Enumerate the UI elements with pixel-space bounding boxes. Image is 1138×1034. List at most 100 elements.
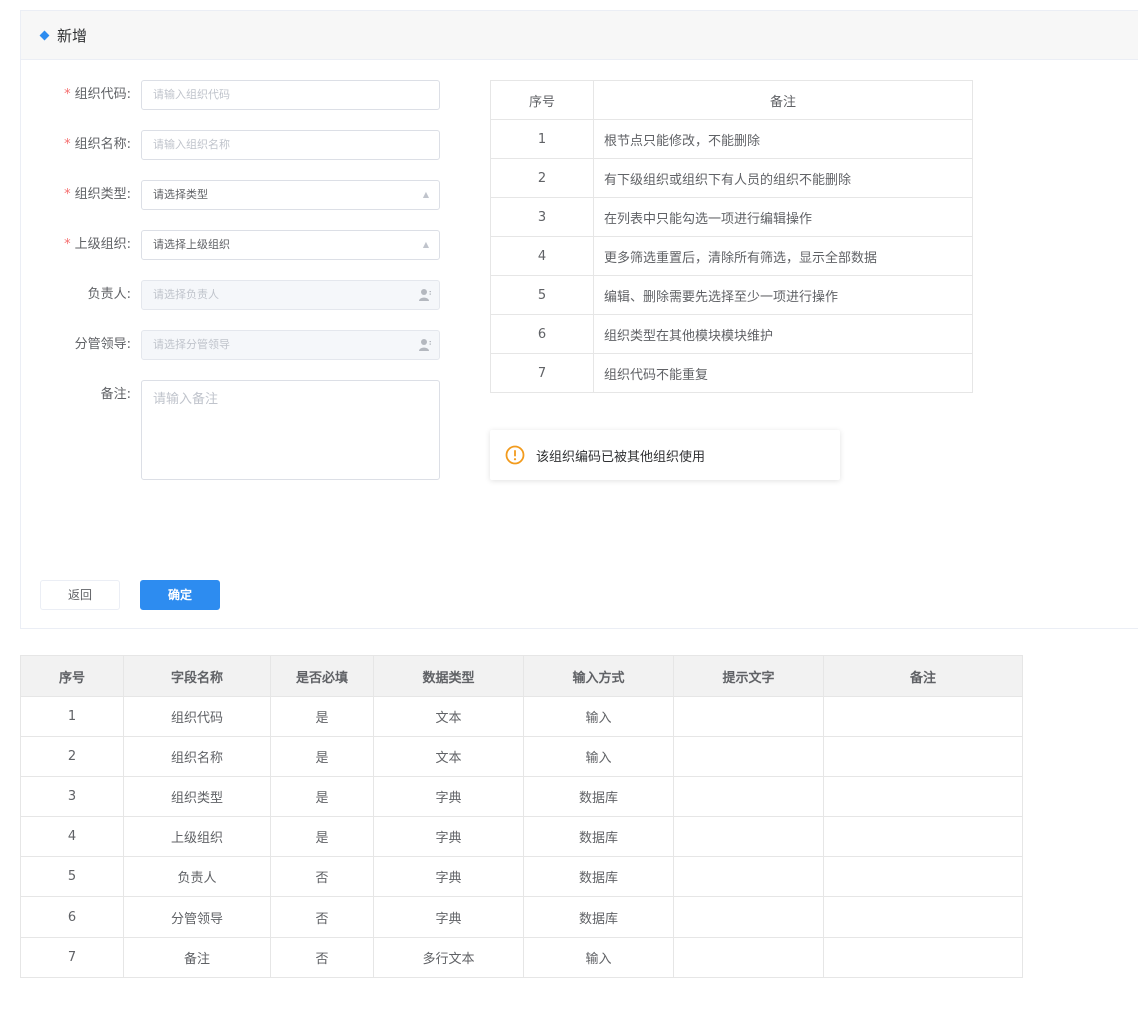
table-header-cell: 字段名称: [123, 655, 271, 697]
alert-message: 该组织编码已被其他组织使用: [536, 449, 706, 465]
table-row: 3 在列表中只能勾选一项进行编辑操作: [490, 197, 973, 237]
table-cell: 1: [20, 696, 124, 737]
back-button[interactable]: 返回: [40, 580, 120, 610]
table-cell: 根节点只能修改，不能删除: [593, 119, 973, 159]
table-cell: 输入: [523, 736, 674, 777]
table-row: 7 组织代码不能重复: [490, 353, 973, 393]
form-row-supervisor: 分管领导: 请选择分管领导: [21, 330, 441, 360]
table-row: 2 组织名称是文本 输入: [20, 736, 1023, 777]
table-cell: 字典: [373, 816, 524, 857]
table-row: 1 组织代码是文本 输入: [20, 696, 1023, 737]
table-row: 2 有下级组织或组织下有人员的组织不能删除: [490, 158, 973, 198]
table-cell: 输入: [523, 696, 674, 737]
table-cell: [823, 816, 1023, 857]
table-cell: 否: [270, 937, 374, 978]
table-cell: [673, 856, 824, 897]
org-code-input[interactable]: 请输入组织代码: [141, 80, 440, 110]
required-mark: *: [64, 87, 71, 102]
table-cell: 负责人: [123, 856, 271, 897]
supervisor-input[interactable]: 请选择分管领导: [141, 330, 440, 360]
table-cell: 输入: [523, 937, 674, 978]
form-row-org-code: * 组织代码: 请输入组织代码: [21, 80, 441, 110]
supervisor-placeholder: 请选择分管领导: [153, 338, 230, 351]
table-cell: 组织代码不能重复: [593, 353, 973, 393]
table-cell: 字典: [373, 856, 524, 897]
table-cell: 分管领导: [123, 896, 271, 938]
table-cell: 有下级组织或组织下有人员的组织不能删除: [593, 158, 973, 198]
table-header-cell: 输入方式: [523, 655, 674, 697]
org-type-select[interactable]: 请选择类型 ▲: [141, 180, 440, 210]
page-title: 新增: [57, 26, 88, 45]
form-row-org-name: * 组织名称: 请输入组织名称: [21, 130, 441, 160]
table-cell: [673, 736, 824, 777]
table-cell: 组织名称: [123, 736, 271, 777]
table-cell: [673, 696, 824, 737]
table-cell: 数据库: [523, 816, 674, 857]
table-cell: 组织类型在其他模块模块维护: [593, 314, 973, 354]
table-header-cell: 提示文字: [673, 655, 824, 697]
notes-table: 序号 备注 1 根节点只能修改，不能删除 2 有下级组织或组织下有人员的组织不能删除…: [490, 80, 973, 393]
table-cell: 字典: [373, 776, 524, 817]
parent-org-select-value: 请选择上级组织: [153, 238, 230, 251]
form-row-org-type: * 组织类型: 请选择类型 ▲: [21, 180, 441, 210]
table-cell: 6: [20, 896, 124, 938]
required-mark: *: [64, 237, 71, 252]
table-cell: 6: [490, 314, 594, 354]
confirm-button[interactable]: 确定: [140, 580, 220, 610]
org-type-select-value: 请选择类型: [153, 188, 208, 201]
table-cell: [823, 856, 1023, 897]
table-row: 5 编辑、删除需要先选择至少一项进行操作: [490, 275, 973, 315]
table-header-cell: 数据类型: [373, 655, 524, 697]
table-row: 7 备注否多行文本 输入: [20, 937, 1023, 978]
table-cell: [673, 816, 824, 857]
table-cell: [823, 776, 1023, 817]
user-icon[interactable]: [418, 338, 432, 352]
table-cell: 3: [20, 776, 124, 817]
table-cell: 5: [490, 275, 594, 315]
table-cell: 组织代码: [123, 696, 271, 737]
table-cell: 3: [490, 197, 594, 237]
table-cell: 编辑、删除需要先选择至少一项进行操作: [593, 275, 973, 315]
table-cell: 文本: [373, 696, 524, 737]
table-cell: 更多筛选重置后，清除所有筛选，显示全部数据: [593, 236, 973, 276]
field-spec-table: 序号 字段名称 是否必填 数据类型 输入方式 提示文字 备注 1 组织代码是文本输…: [20, 655, 1023, 978]
table-cell: [823, 736, 1023, 777]
table-cell: 备注: [123, 937, 271, 978]
org-type-label: * 组织类型:: [64, 187, 131, 202]
table-cell: 5: [20, 856, 124, 897]
user-icon[interactable]: [418, 288, 432, 302]
table-cell: 7: [490, 353, 594, 393]
table-cell: 组织类型: [123, 776, 271, 817]
org-name-input[interactable]: 请输入组织名称: [141, 130, 440, 160]
parent-org-label: * 上级组织:: [64, 237, 131, 252]
table-cell: 4: [20, 816, 124, 857]
table-cell: 2: [490, 158, 594, 198]
table-cell: 是: [270, 776, 374, 817]
validation-alert: 该组织编码已被其他组织使用: [490, 430, 840, 480]
table-cell: 1: [490, 119, 594, 159]
table-cell: [673, 776, 824, 817]
table-row: 4 更多筛选重置后，清除所有筛选，显示全部数据: [490, 236, 973, 276]
remark-textarea[interactable]: 请输入备注: [141, 380, 440, 480]
table-cell: 是: [270, 736, 374, 777]
table-cell: 否: [270, 896, 374, 938]
parent-org-select[interactable]: 请选择上级组织 ▲: [141, 230, 440, 260]
table-row: 1 根节点只能修改，不能删除: [490, 119, 973, 159]
table-row: 6 分管领导否字典 数据库: [20, 896, 1023, 938]
table-cell: 是: [270, 696, 374, 737]
table-cell: [673, 937, 824, 978]
leader-input[interactable]: 请选择负责人: [141, 280, 440, 310]
table-row: 4 上级组织是字典 数据库: [20, 816, 1023, 857]
table-cell: [823, 896, 1023, 938]
leader-label: 负责人:: [87, 287, 131, 302]
table-cell: 上级组织: [123, 816, 271, 857]
diamond-icon: [39, 30, 50, 40]
warning-icon: [505, 445, 525, 465]
card-header: 新增: [21, 11, 1138, 60]
form-card: 新增 * 组织代码: 请输入组织代码 * 组织名称: 请输入组织名称 * 组织类型: …: [20, 10, 1138, 629]
table-cell: 在列表中只能勾选一项进行编辑操作: [593, 197, 973, 237]
table-cell: 数据库: [523, 896, 674, 938]
table-row: 6 组织类型在其他模块模块维护: [490, 314, 973, 354]
table-cell: 2: [20, 736, 124, 777]
table-cell: 否: [270, 856, 374, 897]
